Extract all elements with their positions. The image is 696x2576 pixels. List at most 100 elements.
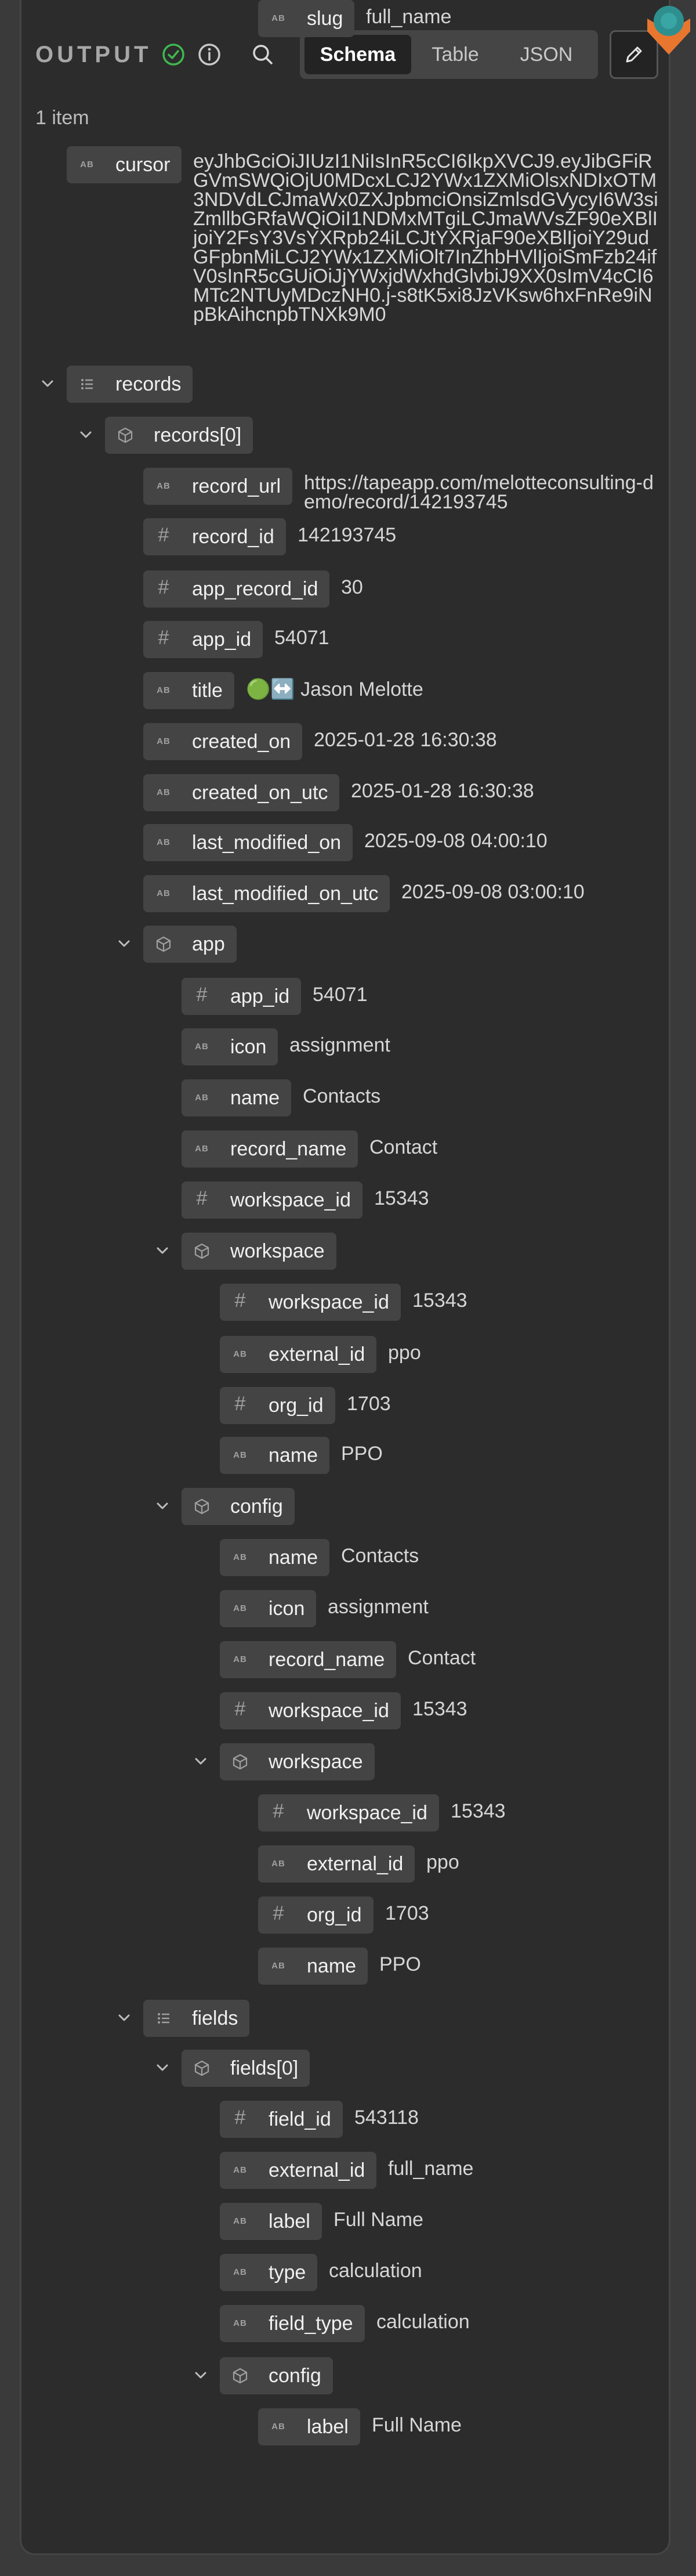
key-chip[interactable]: config — [182, 1488, 295, 1525]
key-chip[interactable]: # field_id — [220, 2101, 343, 2138]
chevron-down-icon[interactable] — [39, 375, 56, 392]
field-value: 142193745 — [298, 524, 397, 546]
field-value: Contacts — [303, 1085, 381, 1107]
chevron-down-icon[interactable] — [154, 1497, 171, 1515]
key-label: app — [192, 933, 225, 955]
key-chip[interactable]: AB icon — [220, 1590, 317, 1627]
key-label: last_modified_on — [192, 832, 342, 854]
chevron-down-icon[interactable] — [192, 1753, 209, 1770]
key-chip[interactable]: AB external_id — [220, 2152, 377, 2189]
key-chip[interactable]: # app_record_id — [143, 570, 330, 608]
key-chip[interactable]: # workspace_id — [182, 1182, 362, 1219]
text-type-icon: AB — [157, 480, 171, 491]
key-chip[interactable]: workspace — [220, 1743, 375, 1780]
key-label: name — [307, 1955, 357, 1977]
field-value: 🟢↔️ Jason Melotte — [246, 678, 423, 700]
key-label: org_id — [307, 1904, 362, 1926]
text-type-icon: AB — [157, 888, 171, 898]
search-icon[interactable] — [249, 41, 277, 68]
key-chip[interactable]: # app_id — [143, 621, 263, 658]
key-label: workspace_id — [230, 1189, 351, 1211]
number-type-icon: # — [234, 1289, 246, 1312]
key-chip[interactable]: # org_id — [220, 1387, 335, 1424]
tab-json[interactable]: JSON — [499, 35, 593, 74]
key-chip[interactable]: # record_id — [143, 518, 286, 555]
key-chip[interactable]: AB cursor — [67, 146, 182, 183]
key-chip[interactable]: AB label — [220, 2203, 322, 2240]
key-chip[interactable]: fields — [143, 2000, 250, 2037]
number-type-icon: # — [234, 2107, 246, 2129]
chevron-down-icon[interactable] — [192, 2367, 209, 2384]
tab-table[interactable]: Table — [415, 35, 496, 74]
key-label: app_id — [192, 628, 252, 651]
key-chip[interactable]: AB record_name — [220, 1641, 397, 1678]
text-type-icon: AB — [157, 685, 171, 695]
key-chip[interactable]: AB name — [220, 1539, 330, 1576]
text-type-icon: AB — [233, 1603, 247, 1613]
key-label: record_name — [269, 1649, 385, 1671]
key-label: records[0] — [154, 424, 242, 446]
key-label: app_id — [230, 985, 290, 1007]
key-chip[interactable]: AB record_name — [182, 1130, 358, 1168]
key-chip[interactable]: AB external_id — [220, 1336, 377, 1373]
key-label: label — [269, 2210, 310, 2232]
key-chip[interactable]: AB external_id — [258, 1845, 415, 1883]
text-type-icon: AB — [195, 1092, 209, 1103]
key-chip[interactable]: AB name — [220, 1437, 330, 1474]
key-chip[interactable]: # workspace_id — [258, 1794, 439, 1831]
key-chip[interactable]: AB name — [258, 1948, 368, 1985]
item-count: 1 item — [35, 107, 89, 129]
number-type-icon: # — [234, 1393, 246, 1415]
key-label: label — [307, 2416, 349, 2438]
key-chip[interactable]: AB last_modified_on_utc — [143, 875, 390, 912]
text-type-icon: AB — [233, 1450, 247, 1460]
key-chip[interactable]: workspace — [182, 1233, 336, 1270]
key-chip[interactable]: # app_id — [182, 978, 302, 1015]
field-value: Contacts — [341, 1545, 419, 1567]
key-chip[interactable]: app — [143, 926, 237, 963]
key-chip[interactable]: AB name — [182, 1079, 292, 1117]
key-chip[interactable]: AB type — [220, 2254, 318, 2291]
field-value: 2025-09-08 03:00:10 — [401, 881, 585, 903]
key-chip[interactable]: fields[0] — [182, 2050, 310, 2087]
key-chip[interactable]: # workspace_id — [220, 1284, 401, 1321]
key-label: name — [230, 1087, 280, 1109]
key-label: cursor — [115, 154, 171, 176]
info-icon[interactable] — [195, 41, 223, 68]
key-label: last_modified_on_utc — [192, 883, 379, 905]
key-chip[interactable]: AB last_modified_on — [143, 824, 353, 861]
key-chip[interactable]: AB slug — [258, 0, 355, 37]
key-label: field_type — [269, 2313, 353, 2335]
chevron-down-icon[interactable] — [154, 2059, 171, 2076]
key-label: workspace_id — [269, 1291, 389, 1313]
key-chip[interactable]: AB label — [258, 2408, 360, 2445]
key-chip[interactable]: # org_id — [258, 1896, 374, 1934]
object-type-icon — [193, 1242, 211, 1260]
text-type-icon: AB — [271, 2421, 285, 2432]
key-chip[interactable]: AB record_url — [143, 468, 293, 505]
chevron-down-icon[interactable] — [77, 426, 95, 443]
key-chip[interactable]: AB field_type — [220, 2305, 365, 2342]
list-type-icon — [78, 375, 96, 393]
field-value: 30 — [341, 576, 363, 598]
list-type-icon — [155, 2010, 172, 2027]
key-label: external_id — [307, 1853, 404, 1875]
panel-title: OUTPUT — [35, 42, 152, 67]
key-chip[interactable]: AB icon — [182, 1028, 278, 1065]
key-chip[interactable]: AB created_on_utc — [143, 774, 340, 811]
chevron-down-icon[interactable] — [115, 2009, 133, 2026]
key-label: slug — [307, 8, 343, 30]
chevron-down-icon[interactable] — [115, 935, 133, 952]
key-chip[interactable]: AB title — [143, 672, 234, 709]
key-chip[interactable]: # workspace_id — [220, 1692, 401, 1729]
key-chip[interactable]: config — [220, 2357, 333, 2394]
key-chip[interactable]: records — [67, 366, 193, 403]
key-chip[interactable]: records[0] — [105, 417, 253, 454]
success-check-icon — [162, 44, 184, 66]
tab-schema[interactable]: Schema — [304, 35, 411, 74]
key-chip[interactable]: AB created_on — [143, 723, 303, 760]
text-type-icon: AB — [271, 13, 285, 23]
app-logo-icon — [647, 6, 690, 55]
text-type-icon: AB — [233, 2267, 247, 2277]
chevron-down-icon[interactable] — [154, 1242, 171, 1259]
